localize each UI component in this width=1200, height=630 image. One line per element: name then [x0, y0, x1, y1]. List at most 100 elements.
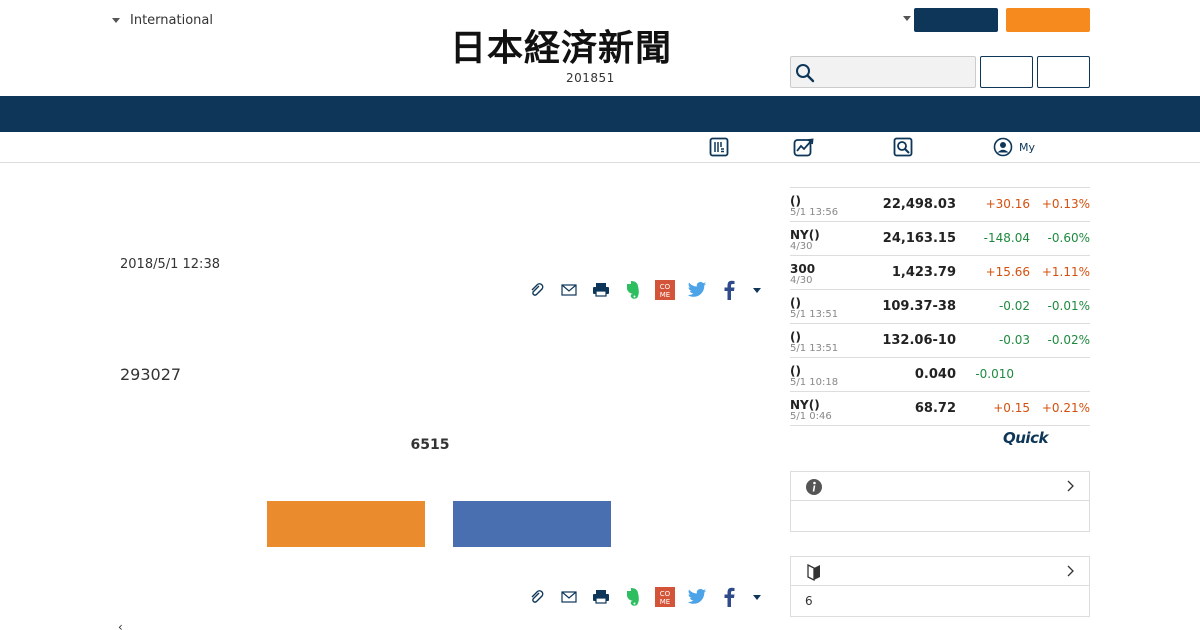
market-name: NY() — [790, 398, 820, 412]
evernote-icon[interactable] — [623, 280, 643, 300]
market-time: 4/30 — [790, 241, 813, 252]
chevron-right-icon — [1067, 480, 1074, 492]
search-box — [790, 56, 976, 88]
sub-nav: My — [0, 132, 1200, 163]
search-input[interactable] — [821, 61, 971, 83]
article-figure — [267, 501, 611, 547]
article-body-text: 293027 — [120, 365, 182, 384]
paperclip-icon[interactable] — [527, 587, 547, 607]
chevron-right-icon — [1067, 565, 1074, 577]
market-time: 5/1 10:18 — [790, 377, 839, 388]
come-icon[interactable]: CO ME — [655, 280, 675, 300]
market-value: 68.72 — [914, 401, 956, 416]
market-name: NY() — [790, 228, 820, 242]
share-toolbar-top: CO ME — [527, 278, 763, 302]
twitter-icon[interactable] — [687, 587, 707, 607]
user-icon — [993, 137, 1013, 157]
blue-block — [453, 501, 611, 547]
market-name: 300 — [790, 262, 816, 276]
market-name: () — [790, 364, 801, 378]
paperclip-icon[interactable] — [527, 280, 547, 300]
article-date: 2018/5/1 12:38 — [120, 257, 220, 272]
main-nav-bar[interactable] — [0, 96, 1200, 132]
market-change: +15.66 — [985, 265, 1030, 279]
facebook-icon[interactable] — [719, 280, 739, 300]
market-percent: -0.01% — [1047, 299, 1090, 313]
region-selector[interactable]: International — [112, 12, 213, 28]
market-row[interactable]: () 5/1 13:56 22,498.03 +30.16 +0.13% — [790, 188, 1090, 222]
caret-down-icon[interactable] — [903, 16, 911, 21]
market-row[interactable]: () 5/1 13:51 132.06-10 -0.03 -0.02% — [790, 324, 1090, 358]
info-box — [790, 471, 1090, 532]
search-icon — [893, 137, 913, 157]
market-row[interactable]: 300 4/30 1,423.79 +15.66 +1.11% — [790, 256, 1090, 290]
market-time: 5/1 13:51 — [790, 309, 839, 320]
subnav-chart[interactable] — [793, 137, 815, 157]
market-time: 4/30 — [790, 275, 813, 286]
svg-text:ME: ME — [660, 291, 670, 299]
beginner-box-header[interactable] — [791, 557, 1089, 586]
share-toolbar-bottom: CO ME — [527, 585, 763, 609]
chart-icon — [793, 138, 814, 157]
market-name: () — [790, 194, 801, 208]
login-button[interactable] — [914, 8, 998, 32]
market-row[interactable]: NY() 4/30 24,163.15 -148.04 -0.60% — [790, 222, 1090, 256]
outline-button-1[interactable] — [980, 56, 1033, 88]
back-link[interactable]: ‹ — [118, 620, 123, 630]
header-date: 201851 — [566, 71, 615, 85]
market-change: +30.16 — [985, 197, 1030, 211]
market-row[interactable]: () 5/1 13:51 109.37-38 -0.02 -0.01% — [790, 290, 1090, 324]
market-time: 5/1 0:46 — [790, 411, 832, 422]
mail-icon[interactable] — [559, 587, 579, 607]
market-percent: +0.13% — [1041, 197, 1090, 211]
svg-text:ME: ME — [660, 598, 670, 606]
print-icon[interactable] — [591, 587, 611, 607]
come-icon[interactable]: CO ME — [655, 587, 675, 607]
caret-down-icon — [112, 17, 120, 23]
info-box-header[interactable] — [791, 472, 1089, 501]
search-icon[interactable] — [795, 63, 815, 83]
facebook-icon[interactable] — [719, 587, 739, 607]
market-value: 132.06-10 — [882, 333, 956, 348]
evernote-icon[interactable] — [623, 587, 643, 607]
market-time: 5/1 13:51 — [790, 343, 839, 354]
beginner-box-content: 6 — [805, 594, 813, 608]
info-icon — [806, 479, 822, 495]
subnav-my[interactable]: My — [993, 137, 1035, 157]
subnav-my-label: My — [1019, 140, 1036, 154]
market-name: () — [790, 330, 801, 344]
region-label: International — [130, 12, 213, 28]
beginner-box: 6 — [790, 556, 1090, 617]
twitter-icon[interactable] — [687, 280, 707, 300]
market-change: +0.15 — [993, 401, 1030, 415]
nikkei-logo[interactable]: 日本経済新聞 — [450, 28, 750, 68]
more-caret-icon[interactable] — [751, 587, 763, 607]
market-change: -0.010 — [975, 367, 1014, 381]
market-change: -148.04 — [983, 231, 1030, 245]
market-value: 24,163.15 — [882, 231, 956, 246]
market-percent: -0.60% — [1047, 231, 1090, 245]
subnav-search[interactable] — [893, 137, 913, 157]
market-percent: -0.02% — [1047, 333, 1090, 347]
market-change: -0.02 — [998, 299, 1030, 313]
print-icon[interactable] — [591, 280, 611, 300]
newspaper-icon — [709, 137, 729, 157]
more-caret-icon[interactable] — [751, 280, 763, 300]
subnav-newspaper[interactable] — [709, 137, 729, 157]
svg-text:CO: CO — [660, 590, 671, 598]
market-row[interactable]: () 5/1 10:18 0.040 -0.010 — [790, 358, 1090, 392]
outline-button-2[interactable] — [1037, 56, 1090, 88]
market-change: -0.03 — [998, 333, 1030, 347]
article-subheading: 6515 — [410, 437, 450, 453]
subscribe-button[interactable] — [1006, 8, 1090, 32]
beginner-mark-icon — [807, 563, 820, 581]
quick-logo[interactable]: Quick — [1003, 429, 1048, 447]
mail-icon[interactable] — [559, 280, 579, 300]
market-percent: +1.11% — [1041, 265, 1090, 279]
market-time: 5/1 13:56 — [790, 207, 839, 218]
orange-block — [267, 501, 425, 547]
market-name: () — [790, 296, 801, 310]
market-value: 22,498.03 — [882, 197, 956, 212]
market-row[interactable]: NY() 5/1 0:46 68.72 +0.15 +0.21% — [790, 392, 1090, 426]
svg-text:CO: CO — [660, 283, 671, 291]
